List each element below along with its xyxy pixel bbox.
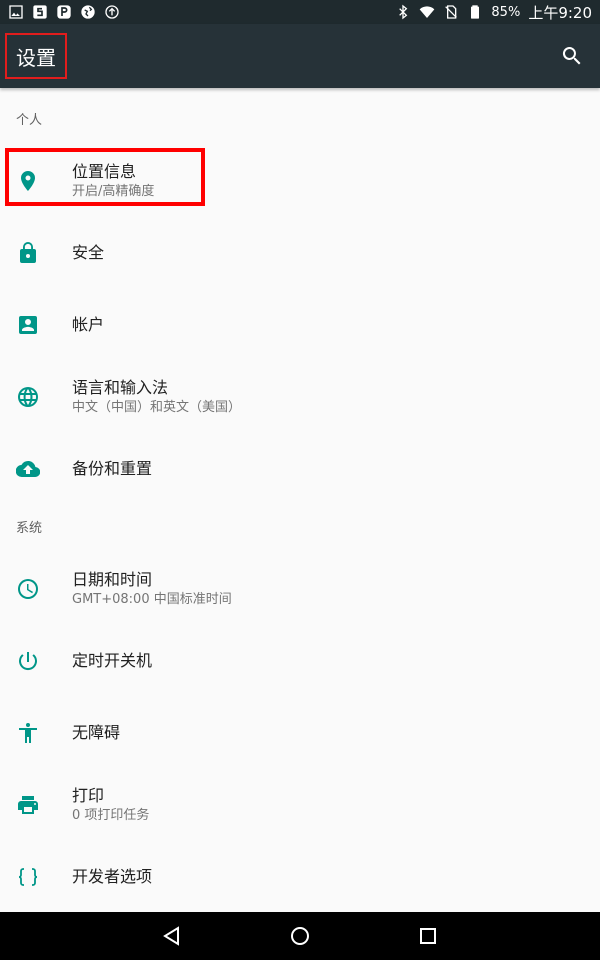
power-icon [16,649,40,673]
image-icon [8,4,24,20]
settings-item-printing[interactable]: 打印 0 项打印任务 [0,769,600,841]
lock-icon [16,241,40,265]
home-icon [291,927,309,945]
settings-item-accounts[interactable]: 帐户 [0,289,600,361]
clock: 上午9:20 [528,3,592,22]
settings-item-backup[interactable]: 备份和重置 [0,433,600,505]
settings-item-summary: GMT+08:00 中国标准时间 [72,591,232,607]
settings-item-accessibility[interactable]: 无障碍 [0,697,600,769]
search-icon [562,47,581,65]
settings-item-scheduled-power[interactable]: 定时开关机 [0,625,600,697]
wifi-icon [419,4,435,20]
print-icon [16,793,40,817]
settings-item-title: 开发者选项 [72,867,153,886]
settings-item-title: 打印 [72,785,105,805]
recents-button[interactable] [416,924,440,948]
clock-icon [16,577,40,601]
settings-item-developer-options[interactable]: 开发者选项 [0,841,600,913]
status-bar: 85% 上午9:20 [0,0,600,24]
settings-item-security[interactable]: 安全 [0,217,600,289]
settings-item-language[interactable]: 语言和输入法 中文（中国）和英文（美国） [0,361,600,433]
settings-item-summary: 0 项打印任务 [72,807,150,823]
section-header-system: 系统 [16,521,43,536]
settings-item-title: 无障碍 [72,723,121,742]
accessibility-icon [16,721,40,745]
recents-icon [420,928,436,944]
account-icon [16,313,40,337]
status-bar-system: 85% 上午9:20 [395,2,592,23]
p-app-icon [56,4,72,20]
no-sim-icon [443,4,459,20]
cloud-upload-icon [16,457,40,481]
settings-item-title: 帐户 [72,315,105,334]
status-bar-notifications [8,4,120,20]
navigation-bar [0,912,600,960]
settings-item-date-time[interactable]: 日期和时间 GMT+08:00 中国标准时间 [0,553,600,625]
bluetooth-icon [395,4,411,20]
section-header-personal: 个人 [16,113,43,128]
s-app-icon [32,4,48,20]
braces-icon [16,865,40,889]
page-title: 设置 [5,33,67,79]
home-button[interactable] [288,924,312,948]
settings-item-title: 安全 [72,243,105,262]
battery-icon [467,4,483,20]
globe-app-icon [80,4,96,20]
settings-item-title: 日期和时间 [72,569,153,589]
battery-level: 85% [491,4,521,20]
back-button[interactable] [160,924,184,948]
upload-icon [104,4,120,20]
highlight-box [5,148,205,206]
settings-item-title: 定时开关机 [72,651,153,670]
back-icon [163,926,179,946]
settings-item-title: 语言和输入法 [72,377,169,397]
globe-icon [16,385,40,409]
app-bar: 设置 [0,24,600,88]
search-button[interactable] [560,44,584,68]
settings-item-summary: 中文（中国）和英文（美国） [72,399,242,415]
settings-list: 个人 位置信息 开启/高精确度 安全 帐户 语言和输入法 中文（中国）和英文（美… [0,88,600,912]
settings-item-title: 备份和重置 [72,459,153,478]
